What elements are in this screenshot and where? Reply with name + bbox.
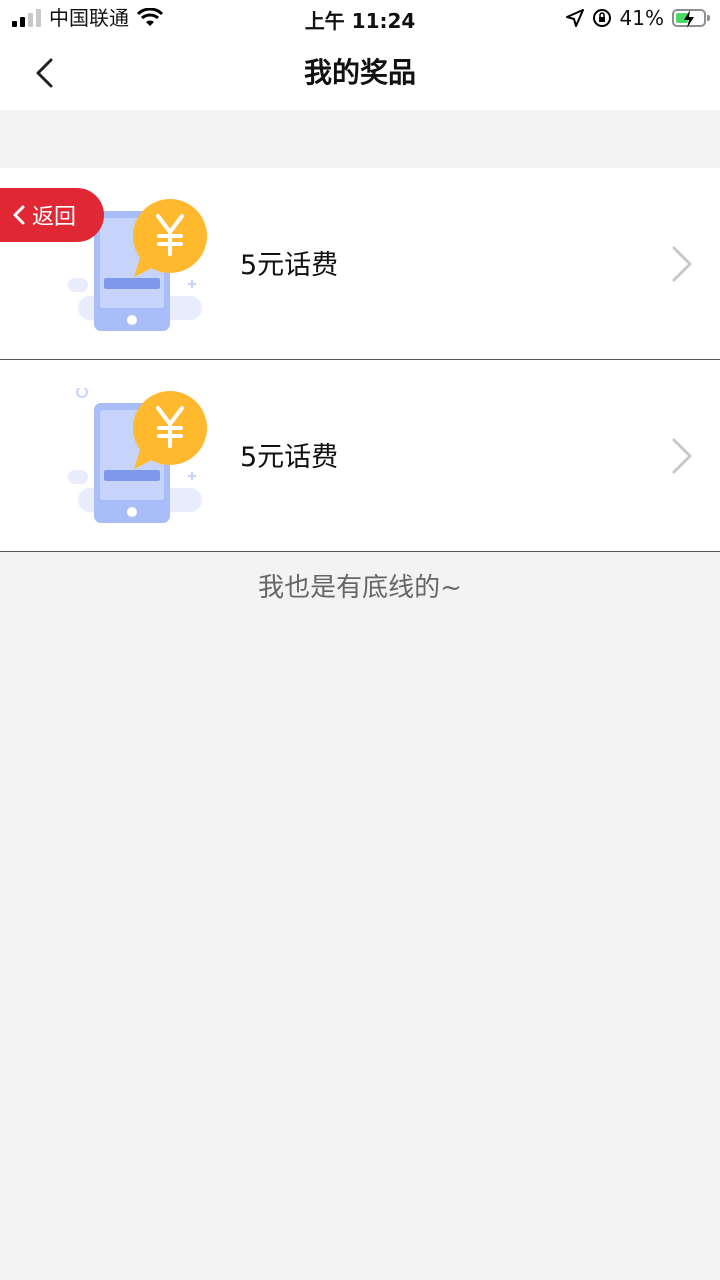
floating-back-label: 返回 [32,205,77,230]
prize-item[interactable]: 5元话费 [0,168,720,360]
end-of-list-note: 我也是有底线的~ [258,573,462,603]
prize-list: 5元话费 5元话费 [0,168,720,552]
prize-label: 5元话费 [240,442,339,473]
location-arrow-icon [565,9,584,27]
battery-charging-icon [672,9,710,28]
floating-back-button[interactable]: 返回 [0,188,104,242]
chevron-right-icon [672,246,692,282]
battery-percent: 41% [619,6,664,30]
rotation-lock-icon [592,9,611,27]
prize-item[interactable]: 5元话费 [0,360,720,552]
status-right: 41% [565,6,710,30]
prize-label: 5元话费 [240,250,339,281]
chevron-right-icon [672,438,692,474]
page-title: 我的奖品 [303,56,416,89]
chevron-left-icon [13,205,25,225]
phone-yuan-icon [68,388,207,523]
status-bar: 中国联通 上午 11:24 41% [0,0,720,36]
nav-bar: 我的奖品 [0,36,720,110]
